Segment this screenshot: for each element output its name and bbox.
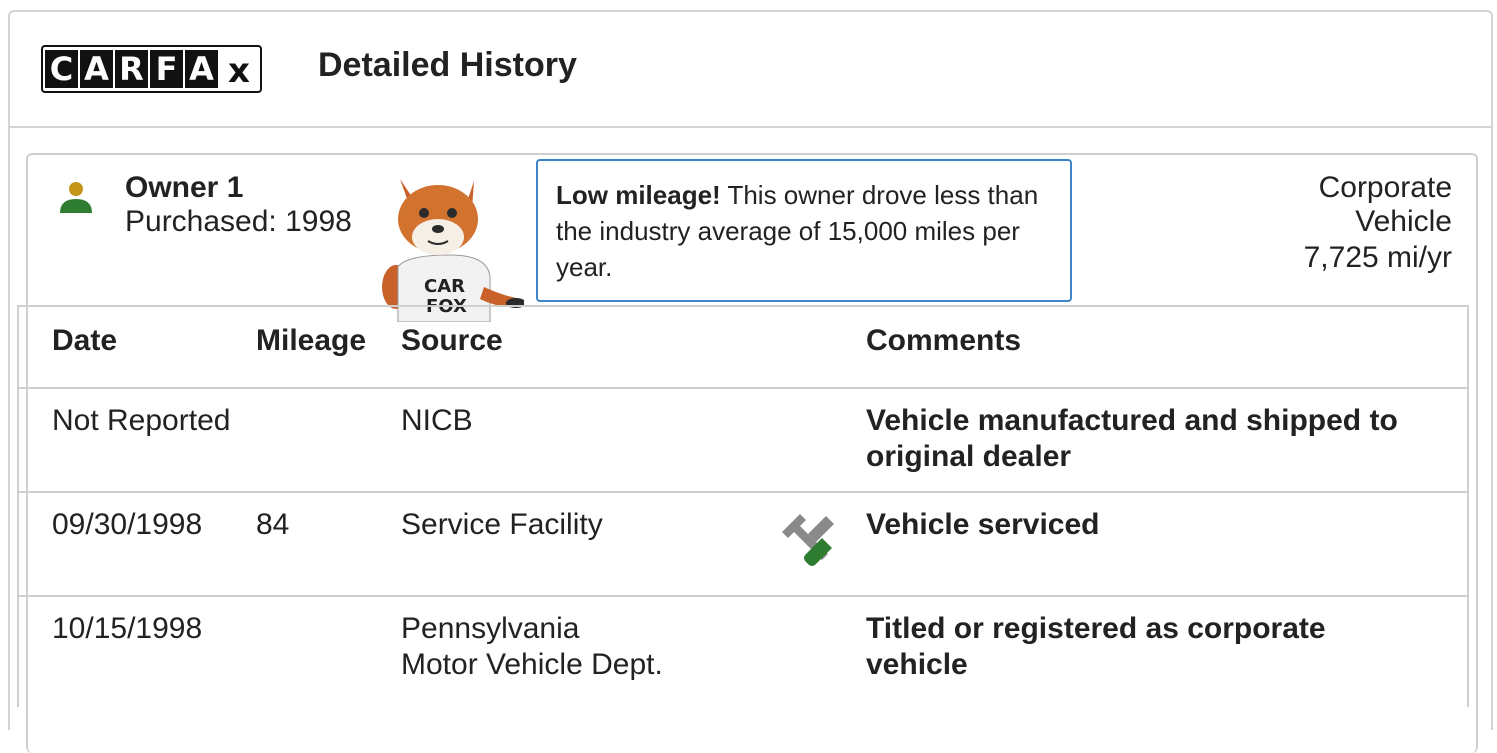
report-header: C A R F A x Detailed History — [10, 12, 1491, 128]
owner-type-line2: Vehicle — [1355, 205, 1452, 238]
callout-highlight: Low mileage! — [556, 180, 721, 210]
low-mileage-callout: Low mileage! This owner drove less than … — [536, 159, 1072, 302]
history-table: Date Mileage Source Comments Not Reporte… — [17, 305, 1469, 707]
column-header-date: Date — [52, 324, 118, 357]
row-date: Not Reported — [52, 404, 231, 437]
row-source: Pennsylvania Motor Vehicle Dept. — [401, 611, 663, 683]
carfox-mascot: CAR FOX — [382, 179, 524, 322]
table-header-row: Date Mileage Source Comments — [19, 307, 1467, 389]
row-comment: Vehicle manufactured and shipped to orig… — [866, 404, 1398, 473]
table-row: Not Reported NICB Vehicle manufactured a… — [19, 389, 1467, 493]
row-date: 10/15/1998 — [52, 612, 203, 645]
table-row: 09/30/1998 84 Service Facility Vehicle s… — [19, 493, 1467, 597]
mileage-per-year: 7,725 mi/yr — [1303, 241, 1452, 274]
row-comment: Titled or registered as corporate vehicl… — [866, 612, 1326, 681]
owner-type-line1: Corporate — [1318, 171, 1452, 204]
logo-letter: F — [150, 50, 183, 88]
owner-name: Owner 1 — [125, 171, 244, 204]
person-icon — [60, 182, 92, 213]
owner-type-summary: Corporate Vehicle 7,725 mi/yr — [1304, 171, 1452, 275]
row-source: Service Facility — [401, 507, 603, 543]
logo-letter: A — [185, 50, 218, 88]
row-date: 09/30/1998 — [52, 508, 203, 541]
row-source-line1: Pennsylvania — [401, 612, 580, 645]
logo-x: x — [228, 51, 250, 91]
logo-letter: C — [45, 50, 78, 88]
logo-letter: A — [80, 50, 113, 88]
row-source-line2: Motor Vehicle Dept. — [401, 648, 663, 681]
svg-text:CAR: CAR — [424, 276, 465, 297]
row-source-line1: NICB — [401, 404, 473, 437]
table-row: 10/15/1998 Pennsylvania Motor Vehicle De… — [19, 597, 1467, 707]
row-mileage: 84 — [256, 508, 290, 541]
page-title: Detailed History — [318, 46, 577, 84]
carfax-logo: C A R F A x — [41, 45, 262, 93]
column-header-mileage: Mileage — [256, 324, 367, 357]
owner-purchased: Purchased: 1998 — [125, 205, 352, 238]
column-header-comments: Comments — [866, 324, 1022, 357]
logo-letter: R — [115, 50, 148, 88]
row-source-line1: Service Facility — [401, 508, 603, 541]
row-source: NICB — [401, 403, 473, 439]
column-header-source: Source — [401, 324, 503, 357]
wrench-screwdriver-icon — [782, 514, 834, 566]
row-comment: Vehicle serviced — [866, 508, 1100, 541]
